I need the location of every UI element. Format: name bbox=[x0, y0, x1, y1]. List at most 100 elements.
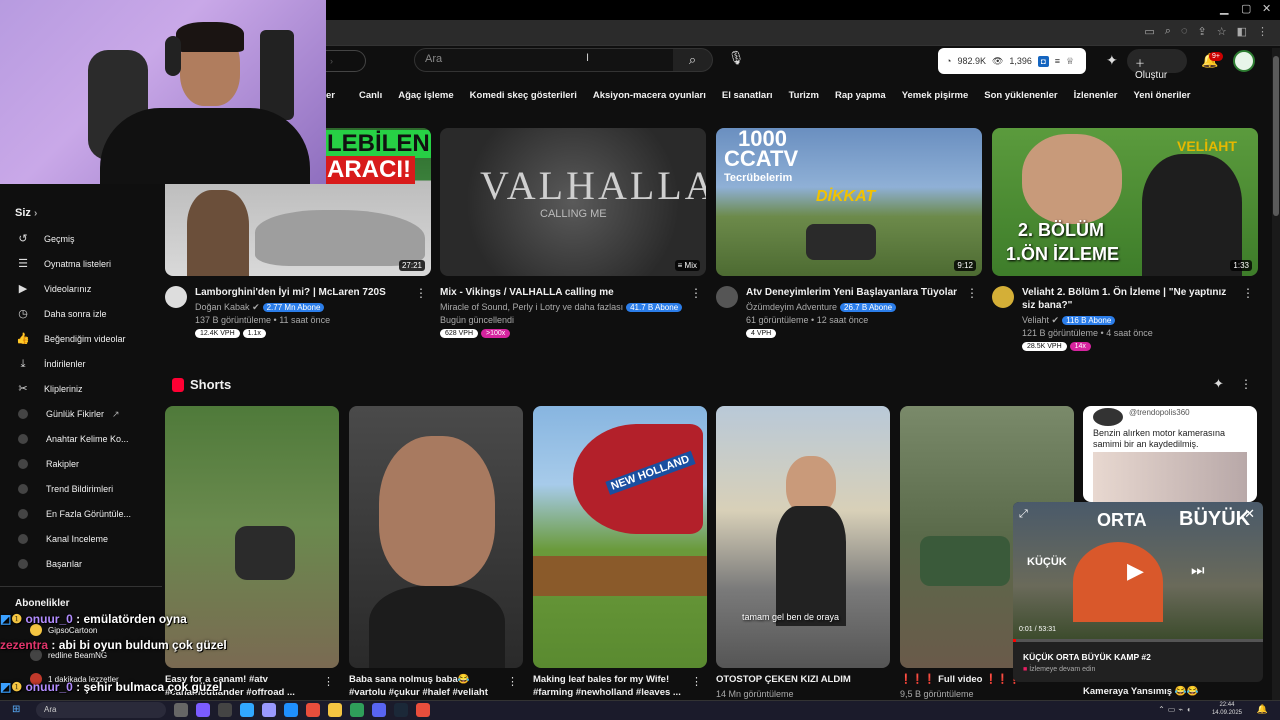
sidebar-you-title[interactable]: Siz › bbox=[15, 207, 37, 219]
sidebar-item-clips[interactable]: ✂ Klipleriniz bbox=[0, 378, 162, 400]
channel-name[interactable]: Miracle of Sound, Perly i Lotry ve daha … bbox=[440, 302, 623, 312]
photoshop-icon[interactable] bbox=[240, 703, 254, 717]
sidebar-item-achievements[interactable]: Başarılar bbox=[0, 553, 162, 575]
premiere-icon[interactable] bbox=[262, 703, 276, 717]
chip[interactable]: Komedi skeç gösterileri bbox=[462, 86, 585, 108]
sidebar-item-most-viewed[interactable]: En Fazla Görüntüle... bbox=[0, 503, 162, 525]
browser-icon[interactable] bbox=[284, 703, 298, 717]
mic-button[interactable]: 🎙 bbox=[726, 50, 746, 70]
short-title[interactable]: OTOSTOP ÇEKEN KIZI ALDIM bbox=[716, 673, 876, 686]
channel-name[interactable]: Özümdeyim Adventure bbox=[746, 302, 837, 312]
sidebar-item-downloads[interactable]: ⤓ İndirilenler bbox=[0, 353, 162, 375]
more-options-icon[interactable]: ⋮ bbox=[1242, 286, 1254, 300]
chip[interactable]: İzlenenler bbox=[1066, 86, 1126, 108]
short-thumbnail[interactable]: @trendopolis360 Benzin alırken motor kam… bbox=[1083, 406, 1257, 502]
short-thumbnail[interactable]: NEW HOLLAND bbox=[533, 406, 707, 668]
short-title[interactable]: Making leaf bales for my Wife! #farming … bbox=[533, 673, 693, 699]
more-options-icon[interactable]: ⋮ bbox=[1240, 377, 1252, 391]
short-thumbnail[interactable]: tamam gel ben de oraya bbox=[716, 406, 890, 668]
sidebar-item-competitors[interactable]: Rakipler bbox=[0, 453, 162, 475]
cast-icon[interactable]: ▭ bbox=[1144, 25, 1154, 38]
sidebar-item-watch-later[interactable]: ◷ Daha sonra izle bbox=[0, 303, 162, 325]
more-options-icon[interactable]: ⋮ bbox=[323, 675, 334, 688]
channel-avatar[interactable] bbox=[165, 286, 187, 308]
expand-icon[interactable]: ⤢ bbox=[1019, 508, 1028, 521]
chrome-icon[interactable] bbox=[306, 703, 320, 717]
video-card[interactable]: 1000 CCATV Tecrübelerim DİKKAT 9:12 Atv … bbox=[716, 128, 982, 338]
sidebar-item-playlists[interactable]: ☰ Oynatma listeleri bbox=[0, 253, 162, 275]
app-icon[interactable] bbox=[218, 703, 232, 717]
channel-name[interactable]: Doğan Kabak bbox=[195, 302, 250, 312]
chip[interactable]: Rap yapma bbox=[827, 86, 894, 108]
close-window-icon[interactable]: ✕ bbox=[1262, 2, 1271, 15]
more-options-icon[interactable]: ⋮ bbox=[966, 286, 978, 300]
discord-icon[interactable] bbox=[372, 703, 386, 717]
stats-widget[interactable]: ◔ 982.9K 👁 1,396 ◘ ≡ ♕ bbox=[938, 48, 1086, 74]
star-icon[interactable]: ☆ bbox=[1217, 25, 1227, 38]
trophy-icon[interactable]: ♕ bbox=[1066, 56, 1074, 67]
sidebar-item-your-videos[interactable]: ▶ Videolarınız bbox=[0, 278, 162, 300]
extensions-icon[interactable]: ◧ bbox=[1237, 25, 1247, 38]
extension-badge-icon[interactable]: ◘ bbox=[1037, 55, 1049, 67]
search-button[interactable]: ⌕ bbox=[673, 48, 713, 72]
menu-icon[interactable]: ⋮ bbox=[1257, 25, 1268, 38]
zoom-icon[interactable]: ⌕ bbox=[1165, 25, 1171, 38]
chip[interactable]: Aksiyon-macera oyunları bbox=[585, 86, 714, 108]
progress-track[interactable] bbox=[1013, 639, 1263, 642]
chip[interactable]: Yemek pişirme bbox=[894, 86, 977, 108]
channel-name[interactable]: Veliaht bbox=[1022, 315, 1049, 325]
short-thumbnail[interactable] bbox=[349, 406, 523, 668]
video-card[interactable]: VALHALLA CALLING ME ≡ Mix Mix - Vikings … bbox=[440, 128, 706, 338]
task-view-icon[interactable] bbox=[174, 703, 188, 717]
tray-icons[interactable]: ⌃▭⌁◖ bbox=[1158, 705, 1194, 714]
list-icon[interactable]: ≡ bbox=[1055, 56, 1060, 66]
play-icon[interactable]: ▶ bbox=[1127, 558, 1144, 584]
miniplayer-title[interactable]: KÜÇÜK ORTA BÜYÜK KAMP #2 bbox=[1023, 652, 1151, 662]
more-options-icon[interactable]: ⋮ bbox=[690, 286, 702, 300]
chip[interactable]: El sanatları bbox=[714, 86, 781, 108]
video-card[interactable]: VELİAHT 2. BÖLÜM 1.ÖN İZLEME 1:33 Veliah… bbox=[992, 128, 1258, 351]
maximize-icon[interactable]: ▢ bbox=[1241, 2, 1251, 15]
create-button[interactable]: ＋ Oluştur bbox=[1127, 49, 1187, 81]
sidebar-item-liked[interactable]: 👍 Beğendiğim videolar bbox=[0, 328, 162, 350]
video-thumbnail[interactable]: VELİAHT 2. BÖLÜM 1.ÖN İZLEME 1:33 bbox=[992, 128, 1258, 276]
gemini-icon[interactable]: ✦ bbox=[1106, 52, 1118, 69]
more-options-icon[interactable]: ⋮ bbox=[415, 286, 427, 300]
minimize-icon[interactable]: ▁ bbox=[1220, 2, 1228, 15]
chrome-icon[interactable] bbox=[416, 703, 430, 717]
sidebar-item-keywords[interactable]: Anahtar Kelime Ko... bbox=[0, 428, 162, 450]
taskbar-search[interactable]: Ara bbox=[36, 702, 166, 718]
sidebar-item-daily-ideas[interactable]: Günlük Fikirler ↗ bbox=[0, 403, 162, 425]
gemini-icon[interactable]: ✦ bbox=[1213, 376, 1224, 392]
miniplayer-video[interactable]: KÜÇÜK ORTA BÜYÜK ⤢ ✕ ▶ ⏭ 0:01 / 53:31 bbox=[1013, 502, 1263, 642]
copilot-icon[interactable] bbox=[196, 703, 210, 717]
search-input[interactable]: Ara bbox=[414, 48, 674, 72]
sidebar-item-channel-review[interactable]: Kanal Inceleme bbox=[0, 528, 162, 550]
partial-search-pill[interactable]: › bbox=[326, 50, 366, 72]
miniplayer-continue[interactable]: ■ İzlemeye devam edin bbox=[1023, 666, 1095, 673]
chip[interactable]: Son yüklenenler bbox=[976, 86, 1065, 108]
notification-icon[interactable]: 🔔 bbox=[1257, 704, 1268, 715]
folder-icon[interactable] bbox=[328, 703, 342, 717]
channel-avatar[interactable] bbox=[992, 286, 1014, 308]
more-options-icon[interactable]: ⋮ bbox=[507, 675, 518, 688]
more-options-icon[interactable]: ⋮ bbox=[691, 675, 702, 688]
steam-icon[interactable] bbox=[394, 703, 408, 717]
video-title[interactable]: Atv Deneyimlerim Yeni Başlayanlara Tüyol… bbox=[746, 286, 966, 299]
video-title[interactable]: Mix - Vikings / VALHALLA calling me bbox=[440, 286, 660, 299]
sidebar-item-trend-alerts[interactable]: Trend Bildirimleri bbox=[0, 478, 162, 500]
chip[interactable]: Canlı bbox=[351, 86, 390, 108]
channel-avatar[interactable] bbox=[716, 286, 738, 308]
short-thumbnail[interactable] bbox=[165, 406, 339, 668]
address-bar[interactable]: ▭ ⌕ ◌ ⇪ ☆ ◧ ⋮ bbox=[326, 20, 1280, 46]
eye-off-icon[interactable]: ◌ bbox=[1181, 25, 1188, 38]
video-title[interactable]: Veliaht 2. Bölüm 1. Ön İzleme | "Ne yapt… bbox=[1022, 286, 1242, 312]
close-icon[interactable]: ✕ bbox=[1244, 506, 1255, 522]
miniplayer[interactable]: KÜÇÜK ORTA BÜYÜK ⤢ ✕ ▶ ⏭ 0:01 / 53:31 KÜ… bbox=[1013, 502, 1263, 682]
windows-start-icon[interactable]: ⊞ bbox=[12, 704, 20, 715]
app-icon[interactable] bbox=[350, 703, 364, 717]
video-thumbnail[interactable]: VALHALLA CALLING ME ≡ Mix bbox=[440, 128, 706, 276]
chip[interactable]: er bbox=[326, 86, 343, 108]
short-title[interactable]: Kameraya Yansımış 😂😂 bbox=[1083, 685, 1243, 698]
video-title[interactable]: Lamborghini'den İyi mi? | McLaren 720S bbox=[195, 286, 415, 299]
